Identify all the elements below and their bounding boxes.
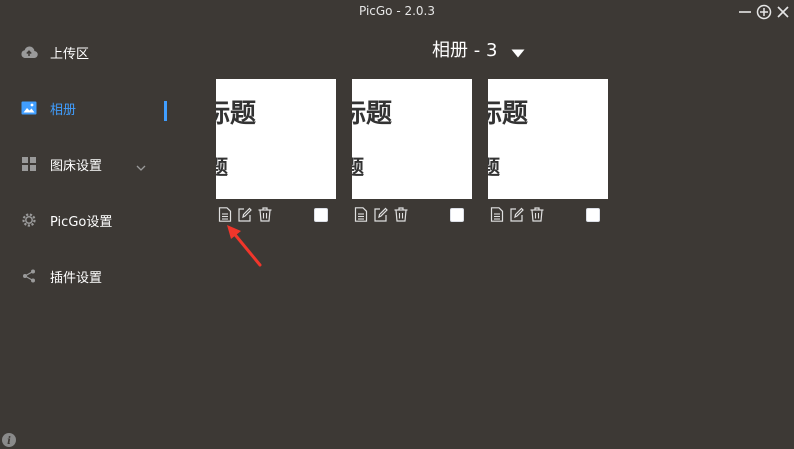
sidebar-item-picbed-settings[interactable]: 图床设置 <box>0 147 170 181</box>
delete-icon[interactable] <box>530 207 544 222</box>
sidebar-item-plugin-settings[interactable]: 插件设置 <box>0 259 170 293</box>
gear-icon <box>20 211 38 229</box>
picgo-window: PicGo - 2.0.3 上传区 相册 图床设置 PicGo设置 插件设置 i… <box>0 0 794 449</box>
copy-link-icon[interactable] <box>354 207 368 222</box>
close-icon[interactable] <box>774 2 792 20</box>
share-icon <box>20 267 38 285</box>
svg-text:i: i <box>7 436 11 447</box>
active-indicator <box>164 101 167 121</box>
image-thumbnail[interactable]: 标题 题 <box>216 79 336 199</box>
sidebar-item-label: 相册 <box>50 102 77 118</box>
image-thumbnail[interactable]: 标题 题 <box>488 79 608 199</box>
select-checkbox[interactable] <box>450 208 464 222</box>
album-title: 相册 - 3 <box>432 40 498 61</box>
sidebar-item-upload[interactable]: 上传区 <box>0 35 170 69</box>
copy-link-icon[interactable] <box>490 207 504 222</box>
card-toolbar <box>480 207 608 223</box>
thumbnail-heading: 标题 <box>352 99 393 129</box>
sidebar-item-label: PicGo设置 <box>50 214 113 230</box>
copy-link-icon[interactable] <box>218 207 232 222</box>
select-checkbox[interactable] <box>314 208 328 222</box>
thumbnail-heading: 标题 <box>216 99 257 129</box>
title-bar: PicGo - 2.0.3 <box>0 0 794 24</box>
delete-icon[interactable] <box>258 207 272 222</box>
sidebar-item-picgo-settings[interactable]: PicGo设置 <box>0 203 170 237</box>
caret-down-icon[interactable] <box>511 43 525 58</box>
sidebar-item-label: 图床设置 <box>50 158 103 174</box>
window-title: PicGo - 2.0.3 <box>358 4 436 18</box>
minimize-icon[interactable] <box>736 2 754 20</box>
delete-icon[interactable] <box>394 207 408 222</box>
select-checkbox[interactable] <box>586 208 600 222</box>
card-toolbar <box>208 207 336 223</box>
thumbnail-subheading: 题 <box>216 155 228 179</box>
info-icon[interactable]: i <box>2 432 16 447</box>
edit-icon[interactable] <box>510 207 524 222</box>
chevron-down-icon <box>136 158 146 171</box>
annotation-arrow <box>222 222 266 268</box>
sidebar-item-label: 插件设置 <box>50 270 103 286</box>
image-icon <box>20 99 38 117</box>
thumbnail-subheading: 题 <box>352 155 364 179</box>
cloud-upload-icon <box>20 43 38 61</box>
thumbnail-heading: 标题 <box>488 99 529 129</box>
edit-icon[interactable] <box>238 207 252 222</box>
grid-icon <box>20 155 38 173</box>
edit-icon[interactable] <box>374 207 388 222</box>
sidebar: 上传区 相册 图床设置 PicGo设置 插件设置 <box>0 24 170 449</box>
card-toolbar <box>344 207 472 223</box>
sidebar-item-gallery[interactable]: 相册 <box>0 91 170 125</box>
pin-icon[interactable] <box>755 2 773 20</box>
thumbnail-subheading: 题 <box>488 155 500 179</box>
image-thumbnail[interactable]: 标题 题 <box>352 79 472 199</box>
sidebar-item-label: 上传区 <box>50 46 90 62</box>
